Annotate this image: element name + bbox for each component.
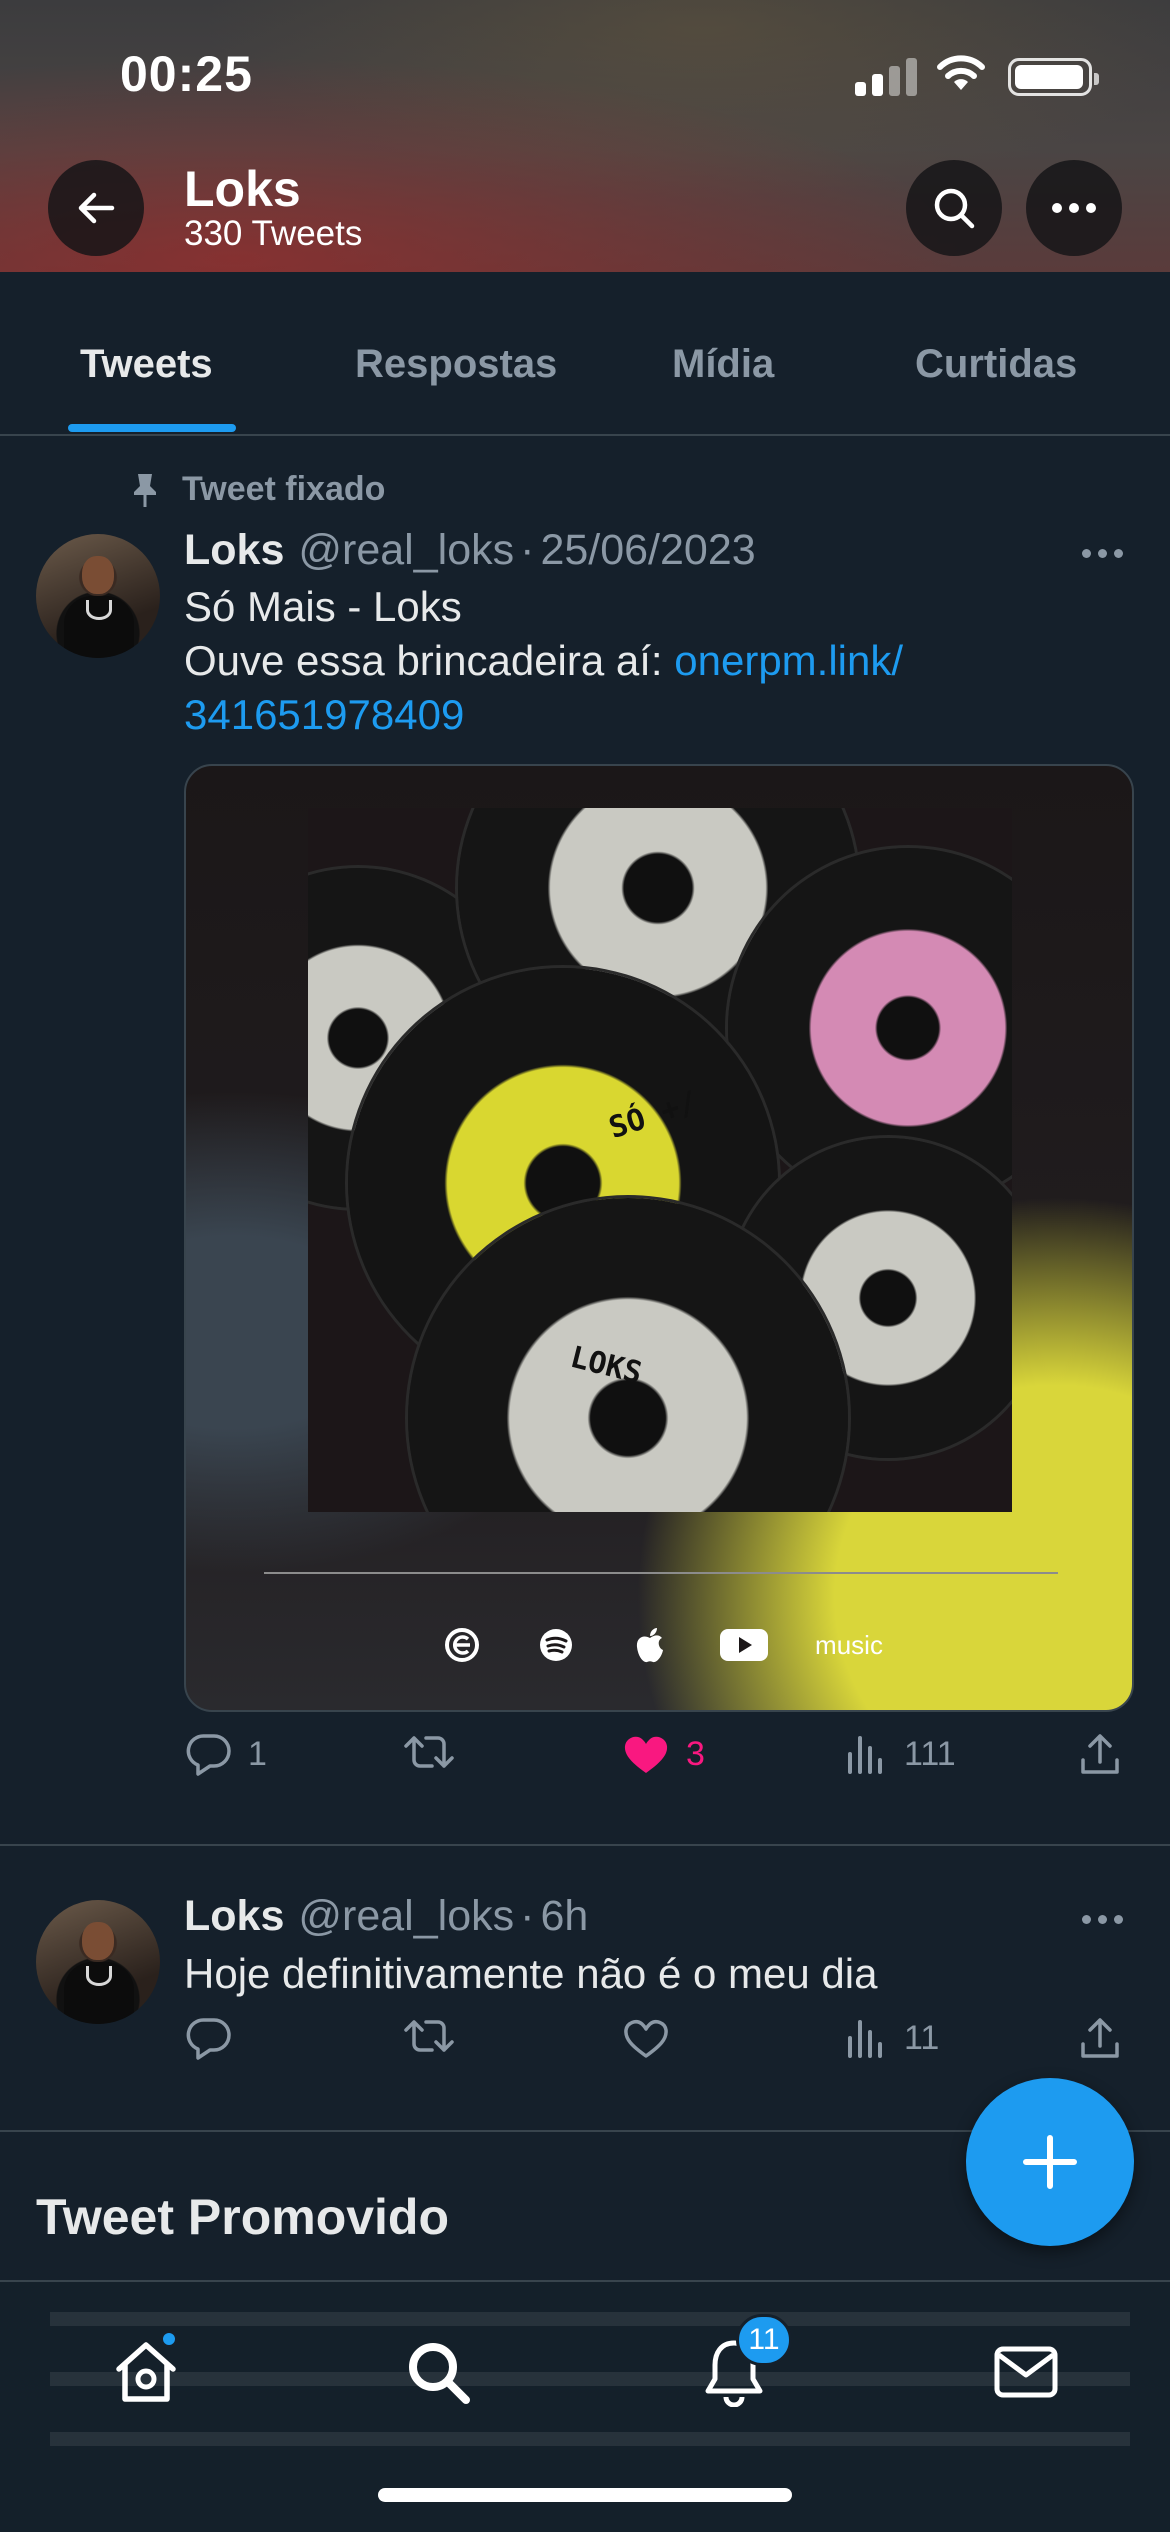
home-notification-dot (160, 2330, 178, 2348)
apple-icon (621, 1626, 679, 1664)
author-handle[interactable]: @real_loks (298, 526, 514, 575)
reply-icon (186, 1734, 231, 1776)
nav-home[interactable] (96, 2322, 196, 2422)
author-handle[interactable]: @real_loks (298, 1892, 514, 1941)
tweet-author-row: Loks @real_loks · 6h (184, 1892, 588, 1941)
amazon-music-text: music (815, 1629, 883, 1660)
bar-chart-icon (848, 1736, 882, 1774)
spotify-icon (527, 1626, 585, 1664)
avatar[interactable] (36, 1900, 160, 2024)
tab-respostas[interactable]: Respostas (355, 342, 557, 387)
author-name[interactable]: Loks (184, 526, 284, 575)
views-button[interactable]: 11 (844, 2016, 939, 2060)
profile-tabs: Tweets Respostas Mídia Curtidas (0, 272, 1170, 436)
active-tab-indicator (68, 424, 236, 432)
tweet-actions: 11 (184, 2016, 1124, 2076)
more-horizontal-icon (1052, 203, 1096, 213)
tweet-line: Só Mais - Loks (184, 583, 462, 630)
retweet-icon (404, 2020, 454, 2052)
plus-icon (1023, 2135, 1077, 2189)
view-count: 11 (904, 2018, 940, 2057)
search-button[interactable] (906, 160, 1002, 256)
youtube-icon (715, 1626, 773, 1664)
share-icon (1081, 2018, 1119, 2058)
compose-tweet-button[interactable] (966, 2078, 1134, 2246)
nav-messages[interactable] (976, 2322, 1076, 2422)
tweet-date[interactable]: 25/06/2023 (540, 526, 755, 575)
tab-midia[interactable]: Mídia (672, 342, 774, 387)
tweet-actions: 1 3 111 (184, 1732, 1124, 1792)
signal-icon (855, 58, 917, 96)
retweet-button[interactable] (402, 1732, 472, 1772)
mail-icon (994, 2346, 1058, 2398)
tweet-text: Hoje definitivamente não é o meu dia (184, 1950, 878, 1997)
header-profile-name: Loks (184, 161, 301, 217)
bar-chart-icon (848, 2020, 882, 2058)
tab-tweets[interactable]: Tweets (80, 342, 213, 387)
retweet-button[interactable] (402, 2016, 472, 2056)
reply-button[interactable] (186, 2016, 248, 2060)
header-tweet-count: 330 Tweets (184, 214, 363, 253)
views-button[interactable]: 111 (844, 1732, 956, 1776)
reply-icon (186, 2018, 231, 2060)
avatar[interactable] (36, 534, 160, 658)
tweet-media-image[interactable]: SÓ +/ LOKS music (184, 764, 1134, 1712)
media-divider (264, 1572, 1058, 1574)
like-count: 3 (686, 1734, 705, 1773)
tweet-line-text: Ouve essa brincadeira aí: (184, 637, 675, 684)
tweet-link[interactable]: onerpm.link/ (674, 637, 903, 684)
author-name[interactable]: Loks (184, 1892, 284, 1941)
back-button[interactable] (48, 160, 144, 256)
search-icon (934, 188, 975, 229)
share-button[interactable] (1078, 1732, 1122, 1776)
wifi-icon (937, 55, 985, 90)
like-button[interactable] (622, 2016, 686, 2060)
reply-count: 1 (248, 1734, 267, 1773)
tweet-text: Só Mais - Loks Ouve essa brincadeira aí:… (184, 580, 903, 742)
pinned-indicator: Tweet fixado (130, 470, 385, 509)
search-icon (409, 2343, 470, 2404)
battery-icon (1008, 58, 1099, 96)
nav-notifications[interactable]: 11 (684, 2314, 792, 2422)
pin-icon (134, 473, 156, 507)
tweet-menu-icon[interactable] (1082, 549, 1123, 558)
tab-curtidas[interactable]: Curtidas (915, 342, 1077, 387)
background-content (50, 2312, 1130, 2492)
more-options-button[interactable] (1026, 160, 1122, 256)
pinned-label: Tweet fixado (182, 470, 386, 508)
status-time: 00:25 (120, 46, 253, 102)
heart-filled-icon (624, 1736, 668, 1773)
tweet-time[interactable]: 6h (540, 1892, 588, 1941)
retweet-icon (404, 1736, 454, 1768)
heart-icon (624, 2020, 668, 2058)
notifications-badge: 11 (736, 2314, 792, 2366)
nav-search[interactable] (388, 2322, 488, 2422)
tweet-menu-icon[interactable] (1082, 1915, 1123, 1924)
tweet-divider (0, 1844, 1170, 1846)
reply-button[interactable]: 1 (186, 1732, 267, 1776)
album-cover: SÓ +/ LOKS (308, 808, 1012, 1512)
arrow-left-icon (78, 192, 115, 224)
status-bar: 00:25 (0, 0, 1170, 150)
tweet-line: Ouve essa brincadeira aí: onerpm.link/ (184, 634, 903, 688)
view-count: 111 (904, 1734, 956, 1773)
share-icon (1081, 1734, 1119, 1774)
promoted-tweet-heading: Tweet Promovido (36, 2189, 450, 2245)
amazon-music-icon: music (809, 1626, 889, 1664)
platform-icons: music (186, 1626, 1132, 1664)
share-button[interactable] (1078, 2016, 1122, 2060)
like-button[interactable]: 3 (622, 1732, 705, 1776)
tweet-author-row: Loks @real_loks · 25/06/2023 (184, 526, 756, 575)
home-indicator[interactable] (378, 2488, 792, 2502)
separator-dot: · (520, 526, 535, 574)
onerpm-icon (433, 1626, 491, 1664)
separator-dot: · (520, 1892, 535, 1940)
tweet-link-continued[interactable]: 341651978409 (184, 688, 903, 742)
